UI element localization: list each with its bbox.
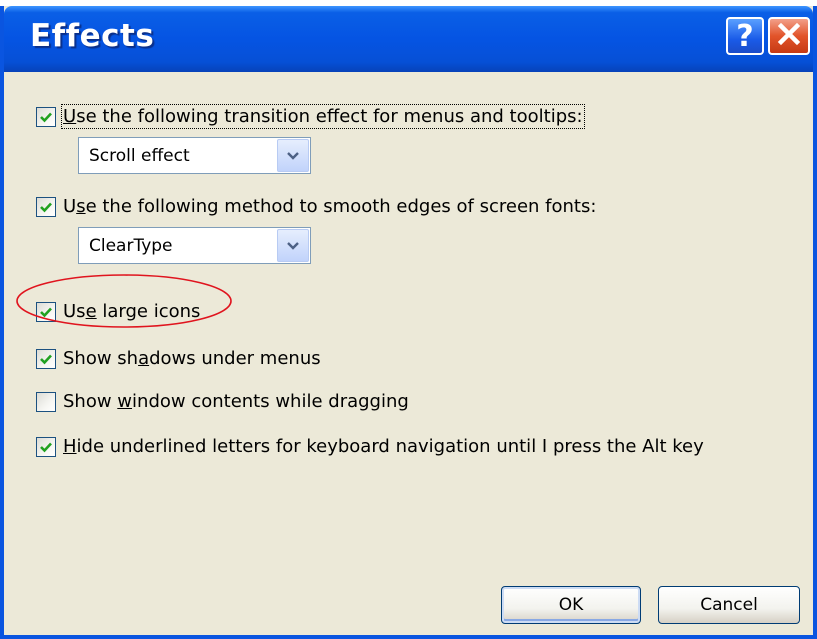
window-contents-label: Show window contents while dragging bbox=[63, 391, 409, 412]
menu-shadows-checkbox-row[interactable]: Show shadows under menus bbox=[36, 348, 321, 369]
chevron-down-icon bbox=[287, 241, 299, 250]
large-icons-checkbox-row[interactable]: Use large icons bbox=[36, 301, 200, 322]
transition-effect-value: Scroll effect bbox=[89, 146, 190, 166]
ok-button[interactable]: OK bbox=[501, 586, 641, 624]
close-x-icon bbox=[777, 22, 801, 50]
effects-dialog: Effects ? Use the following transition e… bbox=[0, 6, 817, 639]
font-smoothing-dropdown[interactable]: ClearType bbox=[78, 227, 311, 264]
dropdown-arrow-button[interactable] bbox=[277, 139, 309, 172]
transition-effect-checkbox[interactable] bbox=[36, 106, 56, 127]
font-smoothing-label: Use the following method to smooth edges… bbox=[63, 196, 597, 217]
checkmark-icon bbox=[40, 354, 52, 364]
dropdown-arrow-button[interactable] bbox=[277, 229, 309, 262]
hide-underlines-checkbox[interactable] bbox=[36, 436, 56, 457]
font-smoothing-checkbox[interactable] bbox=[36, 196, 56, 217]
question-mark-icon: ? bbox=[736, 18, 754, 54]
help-button[interactable]: ? bbox=[726, 17, 764, 55]
window-contents-checkbox[interactable] bbox=[36, 391, 56, 412]
large-icons-label: Use large icons bbox=[63, 301, 201, 322]
menu-shadows-checkbox[interactable] bbox=[36, 348, 56, 369]
title-bar[interactable]: Effects ? bbox=[4, 6, 813, 72]
cancel-button[interactable]: Cancel bbox=[658, 586, 800, 624]
transition-effect-dropdown[interactable]: Scroll effect bbox=[78, 137, 311, 174]
large-icons-checkbox[interactable] bbox=[36, 301, 56, 322]
window-contents-checkbox-row[interactable]: Show window contents while dragging bbox=[36, 391, 409, 412]
chevron-down-icon bbox=[287, 151, 299, 160]
checkmark-icon bbox=[40, 307, 52, 317]
transition-effect-label: Use the following transition effect for … bbox=[61, 104, 585, 129]
menu-shadows-label: Show shadows under menus bbox=[63, 348, 321, 369]
hide-underlines-checkbox-row[interactable]: Hide underlined letters for keyboard nav… bbox=[36, 436, 704, 457]
transition-effect-checkbox-row[interactable]: Use the following transition effect for … bbox=[36, 104, 585, 129]
dialog-title: Effects bbox=[30, 18, 155, 54]
checkmark-icon bbox=[40, 112, 52, 122]
checkmark-icon bbox=[40, 202, 52, 212]
font-smoothing-value: ClearType bbox=[89, 236, 173, 256]
dialog-content: Use the following transition effect for … bbox=[4, 72, 813, 635]
font-smoothing-checkbox-row[interactable]: Use the following method to smooth edges… bbox=[36, 196, 596, 217]
hide-underlines-label: Hide underlined letters for keyboard nav… bbox=[63, 436, 704, 457]
checkmark-icon bbox=[40, 442, 52, 452]
close-button[interactable] bbox=[768, 17, 810, 55]
